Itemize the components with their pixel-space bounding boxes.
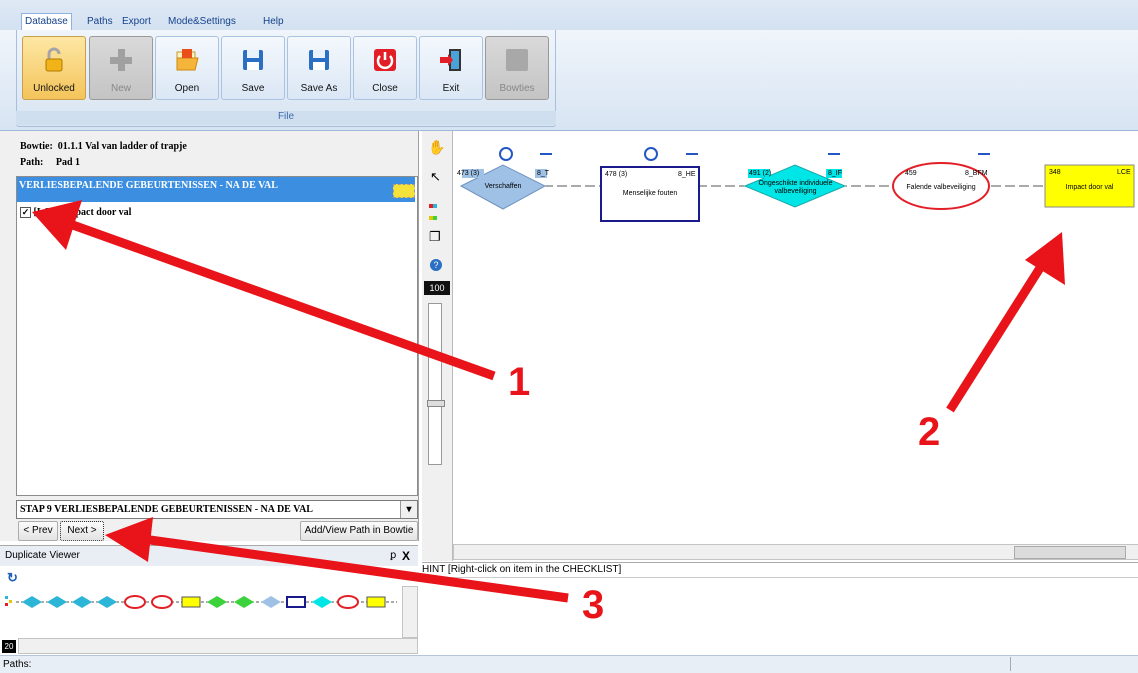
bowtie-value: 01.1.1 Val van ladder of trapje xyxy=(57,141,187,152)
close-button[interactable]: Close xyxy=(353,36,417,100)
save-button[interactable]: Save xyxy=(221,36,285,100)
save-as-button[interactable]: Save As xyxy=(287,36,351,100)
scroll-thumb[interactable] xyxy=(1014,546,1126,559)
node-label: Impact door val xyxy=(1065,184,1114,191)
dup-horizontal-scrollbar[interactable] xyxy=(18,638,418,654)
checklist-header: VERLIESBEPALENDE GEBEURTENISSEN - NA DE … xyxy=(17,177,415,202)
annotation-label-3: 3 xyxy=(582,583,605,627)
node-code: LCE xyxy=(1117,169,1131,176)
annotation-label-1: 1 xyxy=(508,360,531,404)
pointer-icon[interactable]: ↖ xyxy=(430,169,441,185)
palette-icon[interactable] xyxy=(429,199,437,223)
new-button[interactable]: New xyxy=(89,36,153,100)
bowtie-info: Bowtie: 01.1.1 Val van ladder of trapje … xyxy=(20,139,187,171)
status-divider xyxy=(1010,657,1011,671)
floppy-icon xyxy=(243,50,263,70)
tab-paths[interactable]: Paths xyxy=(87,14,113,30)
folder-icon xyxy=(176,49,199,71)
help-icon[interactable]: ? xyxy=(430,259,442,271)
close-label: Close xyxy=(372,83,398,94)
plus-icon xyxy=(110,49,132,71)
node-code: 8_HE xyxy=(678,171,696,178)
node-label: Ongeschikte individuele valbeveiliging xyxy=(758,180,833,195)
unlock-icon xyxy=(45,47,63,72)
add-view-path-button[interactable]: Add/View Path in Bowtie xyxy=(300,521,418,541)
tab-mode-settings[interactable]: Mode&Settings xyxy=(168,14,236,30)
unlocked-label: Unlocked xyxy=(33,83,75,94)
canvas-horizontal-scrollbar[interactable] xyxy=(453,544,1138,560)
step-select-value: STAP 9 VERLIESBEPALENDE GEBEURTENISSEN -… xyxy=(20,504,313,515)
zoom-slider-handle[interactable] xyxy=(427,400,445,407)
duplicate-viewer-title: Duplicate Viewer xyxy=(5,550,80,561)
hint-panel xyxy=(428,577,1138,656)
bowties-label: Bowties xyxy=(499,83,535,94)
open-button[interactable]: Open xyxy=(155,36,219,100)
ribbon: Unlocked New Open Save Save As Close Exi… xyxy=(0,30,1138,131)
status-bar: Paths: xyxy=(0,655,1138,673)
node-label: Menselijke fouten xyxy=(622,190,678,197)
bowties-button[interactable]: Bowties xyxy=(485,36,549,100)
node-id: 459 xyxy=(905,170,917,177)
node-code: 8_BFM xyxy=(965,170,988,177)
duplicate-viewer-header: Duplicate Viewer ꝑ X xyxy=(0,546,418,566)
list-item[interactable]: ✓ [LCE] Impact door val xyxy=(20,207,132,219)
exit-door-icon xyxy=(440,49,461,71)
path-value: Pad 1 xyxy=(55,157,81,168)
refresh-icon[interactable]: ↻ xyxy=(7,570,18,586)
copy-icon[interactable]: ❐ xyxy=(429,229,441,245)
node-label: Falende valbeveiliging xyxy=(906,184,976,191)
save-as-label: Save As xyxy=(300,83,338,94)
note-icon[interactable] xyxy=(393,184,415,198)
tab-help[interactable]: Help xyxy=(263,14,284,30)
canvas-toolstrip: ✋ ↖ ❐ ? 100 xyxy=(422,131,453,561)
list-item-label: [LCE] Impact door val xyxy=(33,207,132,218)
exit-label: Exit xyxy=(442,83,460,94)
new-label: New xyxy=(110,83,131,94)
hand-pan-icon[interactable]: ✋ xyxy=(428,139,445,156)
file-group-label: File xyxy=(16,111,556,125)
pin-icon[interactable]: ꝑ xyxy=(390,546,396,566)
bowtie-canvas[interactable]: 473 (3) 8_T Verschaffen 478 (3) 8_HE Men… xyxy=(453,131,1138,544)
unlocked-button[interactable]: Unlocked xyxy=(22,36,86,100)
node-label: Verschaffen xyxy=(484,183,522,190)
floppy-icon xyxy=(309,50,329,70)
ribbon-tab-bar: Database Paths Export Mode&Settings Help xyxy=(0,0,1138,30)
power-icon xyxy=(374,49,396,71)
annotation-label-2: 2 xyxy=(918,410,941,454)
node-id: 348 xyxy=(1049,169,1061,176)
chevron-down-icon[interactable]: ▾ xyxy=(400,501,417,518)
node-code: 8_IF xyxy=(828,170,843,177)
hint-text: HINT [Right-click on item in the CHECKLI… xyxy=(422,564,622,575)
status-paths-label: Paths: xyxy=(3,659,32,670)
exit-button[interactable]: Exit xyxy=(419,36,483,100)
prev-button[interactable]: < Prev xyxy=(18,521,58,541)
tab-export[interactable]: Export xyxy=(122,14,151,30)
bowtie-icon xyxy=(506,49,528,71)
next-button[interactable]: Next > xyxy=(60,521,104,541)
open-label: Open xyxy=(174,83,200,94)
tab-database[interactable]: Database xyxy=(21,13,72,30)
path-label: Path: xyxy=(20,157,44,168)
dup-vertical-scrollbar[interactable] xyxy=(402,586,418,638)
node-code: 8_T xyxy=(537,170,550,177)
zoom-level: 100 xyxy=(424,281,450,295)
duplicate-path-thumbnail xyxy=(5,595,397,609)
checkbox[interactable]: ✓ xyxy=(20,207,31,219)
node-id: 491 (2) xyxy=(749,170,772,177)
hint-bar: HINT [Right-click on item in the CHECKLI… xyxy=(422,562,1138,577)
save-label: Save xyxy=(241,83,265,94)
node-id: 478 (3) xyxy=(605,171,628,178)
close-icon[interactable]: X xyxy=(402,546,410,566)
step-select[interactable]: STAP 9 VERLIESBEPALENDE GEBEURTENISSEN -… xyxy=(16,500,418,519)
dup-zoom-level: 20 xyxy=(2,640,16,653)
checklist-box[interactable] xyxy=(16,176,418,496)
zoom-slider[interactable] xyxy=(427,303,445,465)
bowtie-label: Bowtie: xyxy=(20,141,53,152)
checklist-header-text: VERLIESBEPALENDE GEBEURTENISSEN - NA DE … xyxy=(19,180,278,191)
node-id: 473 (3) xyxy=(457,170,480,177)
thumb-palette-icon xyxy=(5,596,12,606)
